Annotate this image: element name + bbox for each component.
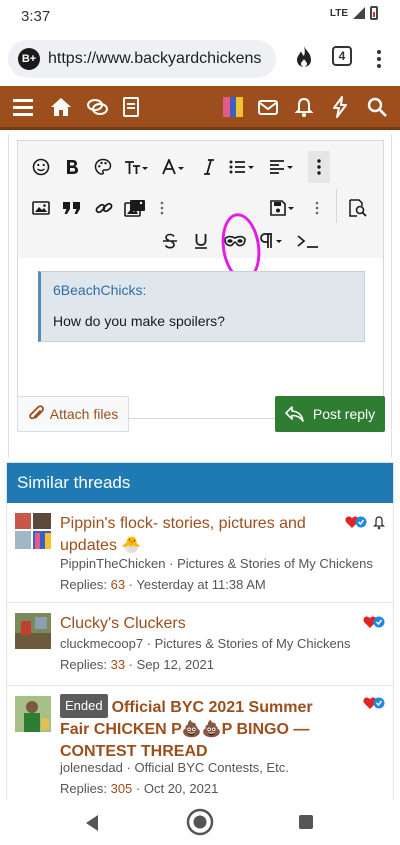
reactions-icon[interactable] [345,515,367,529]
quote-author[interactable]: 6BeachChicks: [53,282,352,298]
status-bar: 3:37 LTE [0,0,400,34]
more-save-options-icon[interactable] [312,196,322,220]
thread-forum[interactable]: Official BYC Contests, Etc. [134,760,288,775]
whats-new-bolt-icon[interactable] [329,96,351,118]
editor-toolbar [18,141,383,258]
font-family-icon[interactable] [160,155,188,179]
thread-stats: Replies: 33 · Sep 12, 2021 [60,657,214,672]
thread-avatar[interactable] [15,613,51,649]
quote-icon[interactable] [60,196,84,220]
thread-author[interactable]: PippinTheChicken [60,556,166,571]
quote-text: How do you make spoilers? [53,313,225,329]
reply-count: 33 [110,657,126,672]
italic-icon[interactable] [200,155,218,179]
thread-date: Sep 12, 2021 [136,657,214,672]
thread-item[interactable]: Clucky's Cluckers cluckmecoop7 · Picture… [7,603,393,686]
reply-count: 305 [110,781,133,796]
signal-icon [353,7,365,19]
thread-item[interactable]: Ended Official BYC 2021 Summer Fair CHICK… [7,686,393,801]
text-color-palette-icon[interactable] [92,155,114,179]
thread-author[interactable]: cluckmecoop7 [60,636,143,651]
insert-image-icon[interactable] [30,196,52,220]
browser-menu-icon[interactable] [374,50,384,68]
paperclip-icon [28,405,44,420]
browser-toolbar: B+ https://www.backyardchickens 4 [0,34,400,86]
tab-switcher-button[interactable]: 4 [332,46,352,66]
thread-avatar[interactable] [15,696,51,732]
reply-arrow-icon [285,406,304,422]
articles-icon[interactable] [120,96,142,118]
ended-badge: Ended [60,694,108,718]
flame-icon[interactable] [294,45,314,69]
similar-threads-heading: Similar threads [7,463,393,503]
thread-meta: cluckmecoop7 · Pictures & Stories of My … [60,636,351,651]
thread-item[interactable]: Pippin's flock- stories, pictures and up… [7,503,393,603]
thread-date: Oct 20, 2021 [143,781,219,796]
thread-title[interactable]: Ended Official BYC 2021 Summer Fair CHICK… [60,694,345,763]
more-options-icon[interactable] [308,151,330,183]
underline-icon[interactable] [192,229,210,253]
thread-title[interactable]: Clucky's Cluckers [60,613,345,635]
bold-icon[interactable] [62,155,82,179]
home-button-icon[interactable] [186,808,214,836]
reactions-icon[interactable] [363,696,385,710]
quoted-post: 6BeachChicks: How do you make spoilers? [38,271,365,342]
inbox-icon[interactable] [257,96,279,118]
recents-icon[interactable] [298,814,314,830]
rich-text-editor[interactable]: 6BeachChicks: How do you make spoilers? [17,140,384,419]
alerts-bell-icon[interactable] [293,96,315,118]
thread-title[interactable]: Pippin's flock- stories, pictures and up… [60,513,345,557]
reply-count: 63 [110,577,126,592]
status-time: 3:37 [21,8,51,25]
status-icons: LTE [330,6,378,20]
strikethrough-icon[interactable] [160,229,180,253]
back-icon[interactable] [84,814,100,832]
thread-author[interactable]: jolenesdad [60,760,123,775]
reply-form: 6BeachChicks: How do you make spoilers? … [8,134,392,458]
media-gallery-icon[interactable] [122,196,148,220]
system-navigation-bar [0,800,400,845]
paragraph-format-icon[interactable] [256,229,288,253]
font-size-icon[interactable] [120,155,152,179]
toolbar-divider [336,189,337,223]
thread-forum[interactable]: Pictures & Stories of My Chickens [155,636,351,651]
insert-link-icon[interactable] [92,196,116,220]
network-label: LTE [329,7,348,19]
address-bar[interactable]: B+ https://www.backyardchickens [8,40,276,78]
thread-forum[interactable]: Pictures & Stories of My Chickens [177,556,373,571]
thread-date: Yesterday at 11:38 AM [136,577,266,592]
post-reply-label: Post reply [312,406,376,422]
align-icon[interactable] [266,155,298,179]
smilies-icon[interactable] [30,155,52,179]
site-navbar [0,86,400,130]
thread-stats: Replies: 63 · Yesterday at 11:38 AM [60,577,266,592]
home-icon[interactable] [50,96,72,118]
thread-meta: PippinTheChicken · Pictures & Stories of… [60,556,373,571]
user-avatar-icon[interactable] [222,96,244,118]
code-icon[interactable] [296,229,320,253]
url-text[interactable]: https://www.backyardchickens [48,50,261,68]
attach-files-button[interactable]: Attach files [17,396,129,432]
reactions-icon[interactable] [363,615,385,629]
watch-bell-icon[interactable] [373,516,385,530]
attach-files-label: Attach files [49,406,119,422]
thread-meta: jolenesdad · Official BYC Contests, Etc. [60,760,289,775]
hamburger-menu-icon[interactable] [12,96,34,118]
thread-avatar[interactable] [15,513,51,549]
search-icon[interactable] [366,96,388,118]
battery-icon [370,6,378,20]
preview-icon[interactable] [346,196,370,220]
list-icon[interactable] [226,155,258,179]
post-reply-button[interactable]: Post reply [275,396,385,432]
similar-threads-panel: Similar threads Pippin's flock- stories,… [6,462,394,802]
drafts-save-icon[interactable] [268,196,298,220]
more-insert-options-icon[interactable] [156,196,168,220]
forums-icon[interactable] [86,96,108,118]
site-favicon-icon: B+ [18,48,40,70]
thread-stats: Replies: 305 · Oct 20, 2021 [60,781,219,796]
